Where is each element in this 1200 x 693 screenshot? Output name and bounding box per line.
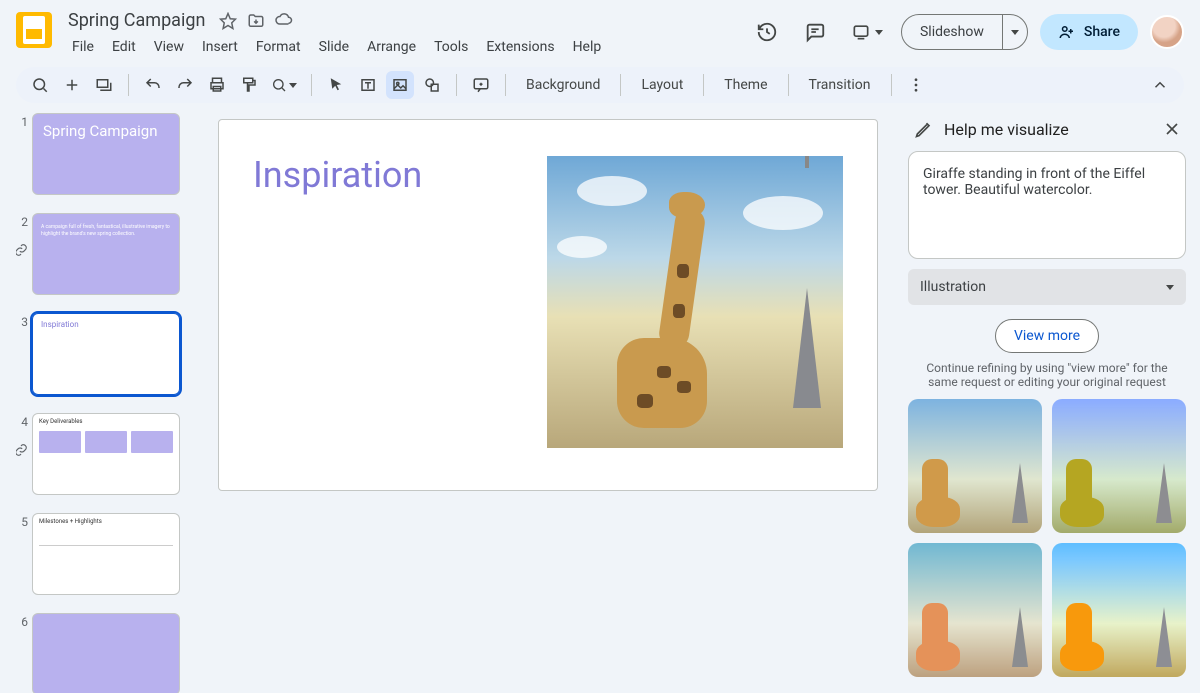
menu-bar: File Edit View Insert Format Slide Arran… — [64, 35, 737, 59]
refine-hint: Continue refining by using "view more" f… — [908, 361, 1186, 399]
menu-insert[interactable]: Insert — [194, 35, 246, 59]
collapse-toolbar-icon[interactable] — [1146, 71, 1174, 99]
undo-button[interactable] — [139, 71, 167, 99]
move-folder-icon[interactable] — [247, 12, 265, 30]
chevron-down-icon — [875, 30, 883, 35]
redo-button[interactable] — [171, 71, 199, 99]
present-dropdown-icon[interactable] — [845, 14, 889, 50]
textbox-tool[interactable] — [354, 71, 382, 99]
background-button[interactable]: Background — [516, 77, 610, 93]
pencil-icon — [914, 119, 934, 139]
paint-format-button[interactable] — [235, 71, 263, 99]
shape-tool[interactable] — [418, 71, 446, 99]
slide-thumb-1[interactable]: Spring Campaign — [32, 113, 180, 195]
menu-edit[interactable]: Edit — [104, 35, 144, 59]
menu-arrange[interactable]: Arrange — [359, 35, 424, 59]
thumb-title: Spring Campaign — [33, 114, 179, 148]
prompt-input[interactable]: Giraffe standing in front of the Eiffel … — [908, 151, 1186, 259]
menu-tools[interactable]: Tools — [426, 35, 476, 59]
menu-view[interactable]: View — [146, 35, 192, 59]
thumb-number: 6 — [16, 613, 28, 629]
chevron-down-icon — [1011, 30, 1019, 35]
panel-title: Help me visualize — [944, 120, 1152, 139]
slide-canvas[interactable]: Inspiration — [218, 119, 878, 491]
layout-button[interactable]: Layout — [631, 77, 693, 93]
result-image-3[interactable] — [908, 543, 1042, 677]
image-tool[interactable] — [386, 71, 414, 99]
menu-help[interactable]: Help — [565, 35, 610, 59]
style-select[interactable]: Illustration — [908, 269, 1186, 305]
menu-file[interactable]: File — [64, 35, 102, 59]
comment-button[interactable] — [467, 71, 495, 99]
filmstrip[interactable]: 1 Spring Campaign 2 A campaign full of f… — [16, 113, 192, 693]
select-tool[interactable] — [322, 71, 350, 99]
comments-icon[interactable] — [797, 14, 833, 50]
help-me-visualize-panel: Help me visualize Giraffe standing in fr… — [904, 113, 1200, 693]
new-slide-button[interactable] — [58, 71, 86, 99]
search-icon[interactable] — [26, 71, 54, 99]
transition-button[interactable]: Transition — [799, 77, 881, 93]
slides-logo[interactable] — [16, 12, 52, 48]
thumb-title: Inspiration — [33, 314, 179, 335]
chevron-down-icon — [1166, 285, 1174, 290]
thumb-number: 3 — [16, 313, 28, 329]
history-icon[interactable] — [749, 14, 785, 50]
thumb-text: A campaign full of fresh, fantastical, i… — [33, 214, 179, 247]
style-selected: Illustration — [920, 279, 986, 295]
link-icon — [16, 243, 28, 257]
share-button[interactable]: Share — [1040, 14, 1138, 50]
menu-extensions[interactable]: Extensions — [478, 35, 562, 59]
result-image-4[interactable] — [1052, 543, 1186, 677]
results-grid — [908, 399, 1186, 677]
toolbar: Background Layout Theme Transition — [16, 67, 1184, 103]
star-icon[interactable] — [219, 12, 237, 30]
zoom-dropdown[interactable] — [267, 71, 301, 99]
print-button[interactable] — [203, 71, 231, 99]
slide-thumb-2[interactable]: A campaign full of fresh, fantastical, i… — [32, 213, 180, 295]
thumb-number: 1 — [16, 113, 28, 129]
thumb-title: Key Deliverables — [33, 414, 179, 429]
slide-thumb-6[interactable] — [32, 613, 180, 693]
slide-image[interactable] — [547, 156, 843, 448]
view-more-button[interactable]: View more — [995, 319, 1099, 353]
thumb-number: 2 — [16, 213, 28, 229]
document-title[interactable]: Spring Campaign — [64, 8, 209, 33]
more-icon[interactable] — [902, 71, 930, 99]
chevron-down-icon — [289, 83, 297, 88]
result-image-1[interactable] — [908, 399, 1042, 533]
thumb-number: 4 — [16, 413, 28, 429]
thumb-title: Milestones + Highlights — [33, 514, 179, 529]
close-icon[interactable] — [1162, 119, 1182, 139]
slide-thumb-3[interactable]: Inspiration — [32, 313, 180, 395]
slideshow-button[interactable]: Slideshow — [902, 15, 1002, 49]
new-slide-layout-dropdown[interactable] — [90, 71, 118, 99]
menu-slide[interactable]: Slide — [311, 35, 357, 59]
result-image-2[interactable] — [1052, 399, 1186, 533]
avatar[interactable] — [1150, 15, 1184, 49]
thumb-number: 5 — [16, 513, 28, 529]
cloud-status-icon[interactable] — [275, 12, 293, 30]
share-label: Share — [1084, 24, 1120, 40]
menu-format[interactable]: Format — [248, 35, 309, 59]
theme-button[interactable]: Theme — [714, 77, 777, 93]
slideshow-dropdown[interactable] — [1002, 15, 1027, 49]
slide-thumb-5[interactable]: Milestones + Highlights — [32, 513, 180, 595]
slide-thumb-4[interactable]: Key Deliverables — [32, 413, 180, 495]
link-icon — [16, 443, 28, 457]
